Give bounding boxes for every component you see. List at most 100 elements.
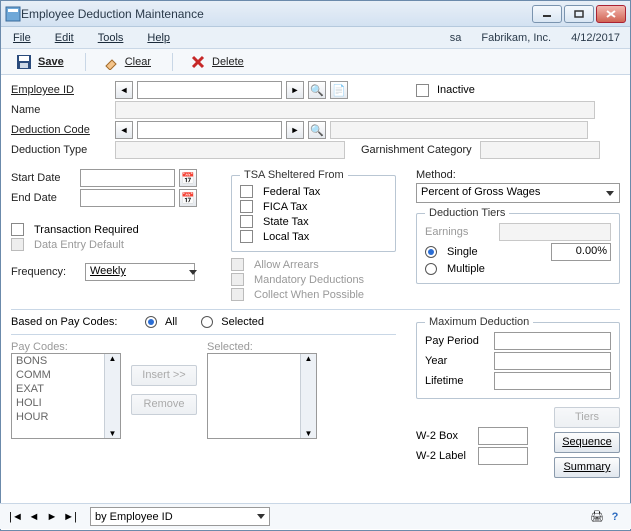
collect-when-possible-label: Collect When Possible [254, 289, 364, 301]
garnishment-category-label: Garnishment Category [361, 144, 476, 156]
employee-id-lookup-button[interactable]: 🔍 [308, 81, 326, 99]
based-all-radio[interactable] [145, 316, 157, 328]
transaction-required-checkbox[interactable] [11, 223, 24, 236]
nav-next-button[interactable]: ► [44, 509, 60, 525]
app-icon [5, 6, 21, 22]
end-date-label: End Date [11, 192, 76, 204]
deduction-type-label: Deduction Type [11, 144, 111, 156]
sequence-button[interactable]: Sequence [554, 432, 620, 453]
collect-when-possible-checkbox [231, 288, 244, 301]
maximize-button[interactable] [564, 5, 594, 23]
title-bar: Employee Deduction Maintenance [1, 1, 630, 27]
print-button[interactable]: 🖨 [589, 509, 605, 525]
start-date-label: Start Date [11, 172, 76, 184]
clear-label: Clear [125, 56, 155, 68]
lifetime-input[interactable] [494, 372, 611, 390]
help-button[interactable]: ? [607, 509, 623, 525]
employee-id-next-button[interactable]: ► [286, 81, 304, 99]
multiple-radio[interactable] [425, 263, 437, 275]
based-selected-label: Selected [221, 316, 264, 328]
inactive-checkbox[interactable] [416, 84, 429, 97]
close-button[interactable] [596, 5, 626, 23]
employee-id-prev-button[interactable]: ◄ [115, 81, 133, 99]
w2-label-input[interactable] [478, 447, 528, 465]
tiers-button: Tiers [554, 407, 620, 428]
lifetime-label: Lifetime [425, 375, 490, 387]
local-tax-checkbox[interactable] [240, 230, 253, 243]
year-label: Year [425, 355, 490, 367]
menu-file[interactable]: File [1, 29, 43, 47]
selected-listbox[interactable]: ▲ ▼ [207, 353, 317, 439]
scrollbar[interactable]: ▲ ▼ [300, 354, 316, 438]
w2-box-label: W-2 Box [416, 430, 474, 442]
scrollbar[interactable]: ▲ ▼ [104, 354, 120, 438]
deduction-code-next-button[interactable]: ► [286, 121, 304, 139]
summary-button[interactable]: Summary [554, 457, 620, 478]
method-dropdown[interactable]: Percent of Gross Wages [416, 183, 620, 203]
start-date-calendar-button[interactable]: 📅 [179, 169, 197, 187]
frequency-dropdown[interactable]: Weekly [85, 263, 195, 281]
delete-label: Delete [212, 56, 248, 68]
nav-first-button[interactable]: |◄ [8, 509, 24, 525]
start-date-input[interactable] [80, 169, 175, 187]
federal-tax-checkbox[interactable] [240, 185, 253, 198]
employee-id-label: Employee ID [11, 84, 111, 96]
help-icon: ? [612, 511, 619, 523]
allow-arrears-label: Allow Arrears [254, 259, 319, 271]
paycodes-listbox[interactable]: BONS COMM EXAT HOLI HOUR ▲ ▼ [11, 353, 121, 439]
based-selected-radio[interactable] [201, 316, 213, 328]
print-icon: 🖨 [590, 510, 604, 523]
tsa-legend: TSA Sheltered From [240, 169, 348, 181]
fica-tax-label: FICA Tax [263, 201, 307, 213]
menu-bar: File Edit Tools Help sa Fabrikam, Inc. 4… [1, 27, 630, 49]
sort-dropdown[interactable]: by Employee ID [90, 507, 270, 526]
pay-period-input[interactable] [494, 332, 611, 350]
nav-last-button[interactable]: ►| [62, 509, 78, 525]
state-tax-label: State Tax [263, 216, 309, 228]
clear-button[interactable]: Clear [94, 50, 164, 74]
menu-edit[interactable]: Edit [43, 29, 86, 47]
transaction-required-label: Transaction Required [34, 224, 139, 236]
pay-period-label: Pay Period [425, 335, 490, 347]
frequency-label: Frequency: [11, 266, 81, 278]
employee-id-link-button[interactable]: 📄 [330, 81, 348, 99]
end-date-calendar-button[interactable]: 📅 [179, 189, 197, 207]
deduction-code-prev-button[interactable]: ◄ [115, 121, 133, 139]
chevron-down-icon [606, 191, 614, 196]
mandatory-deductions-label: Mandatory Deductions [254, 274, 364, 286]
insert-button: Insert >> [131, 365, 197, 386]
eraser-icon [103, 54, 119, 70]
single-radio[interactable] [425, 246, 437, 258]
minimize-button[interactable] [532, 5, 562, 23]
method-label: Method: [416, 169, 620, 181]
save-label: Save [38, 56, 68, 68]
based-on-label: Based on Pay Codes: [11, 316, 141, 328]
status-date: 4/12/2017 [561, 32, 630, 44]
w2-box-input[interactable] [478, 427, 528, 445]
search-icon: 🔍 [310, 124, 324, 137]
menu-help[interactable]: Help [135, 29, 182, 47]
employee-id-input[interactable] [137, 81, 282, 99]
w2-label-label: W-2 Label [416, 450, 474, 462]
selected-label: Selected: [207, 341, 317, 353]
name-label: Name [11, 104, 111, 116]
menu-tools[interactable]: Tools [86, 29, 136, 47]
end-date-input[interactable] [80, 189, 175, 207]
inactive-label: Inactive [437, 84, 475, 96]
nav-prev-button[interactable]: ◄ [26, 509, 42, 525]
note-icon: 📄 [332, 84, 346, 97]
deduction-code-label: Deduction Code [11, 124, 111, 136]
deduction-code-lookup-button[interactable]: 🔍 [308, 121, 326, 139]
state-tax-checkbox[interactable] [240, 215, 253, 228]
delete-button[interactable]: Delete [181, 50, 257, 74]
multiple-label: Multiple [447, 263, 485, 275]
single-value[interactable]: 0.00% [551, 243, 611, 261]
max-deduction-fieldset: Maximum Deduction Pay Period Year Lifeti… [416, 316, 620, 399]
year-input[interactable] [494, 352, 611, 370]
fica-tax-checkbox[interactable] [240, 200, 253, 213]
delete-icon [190, 54, 206, 70]
save-button[interactable]: Save [7, 50, 77, 74]
sort-label: by Employee ID [95, 511, 173, 523]
deduction-code-input[interactable] [137, 121, 282, 139]
earnings-label: Earnings [425, 226, 495, 238]
